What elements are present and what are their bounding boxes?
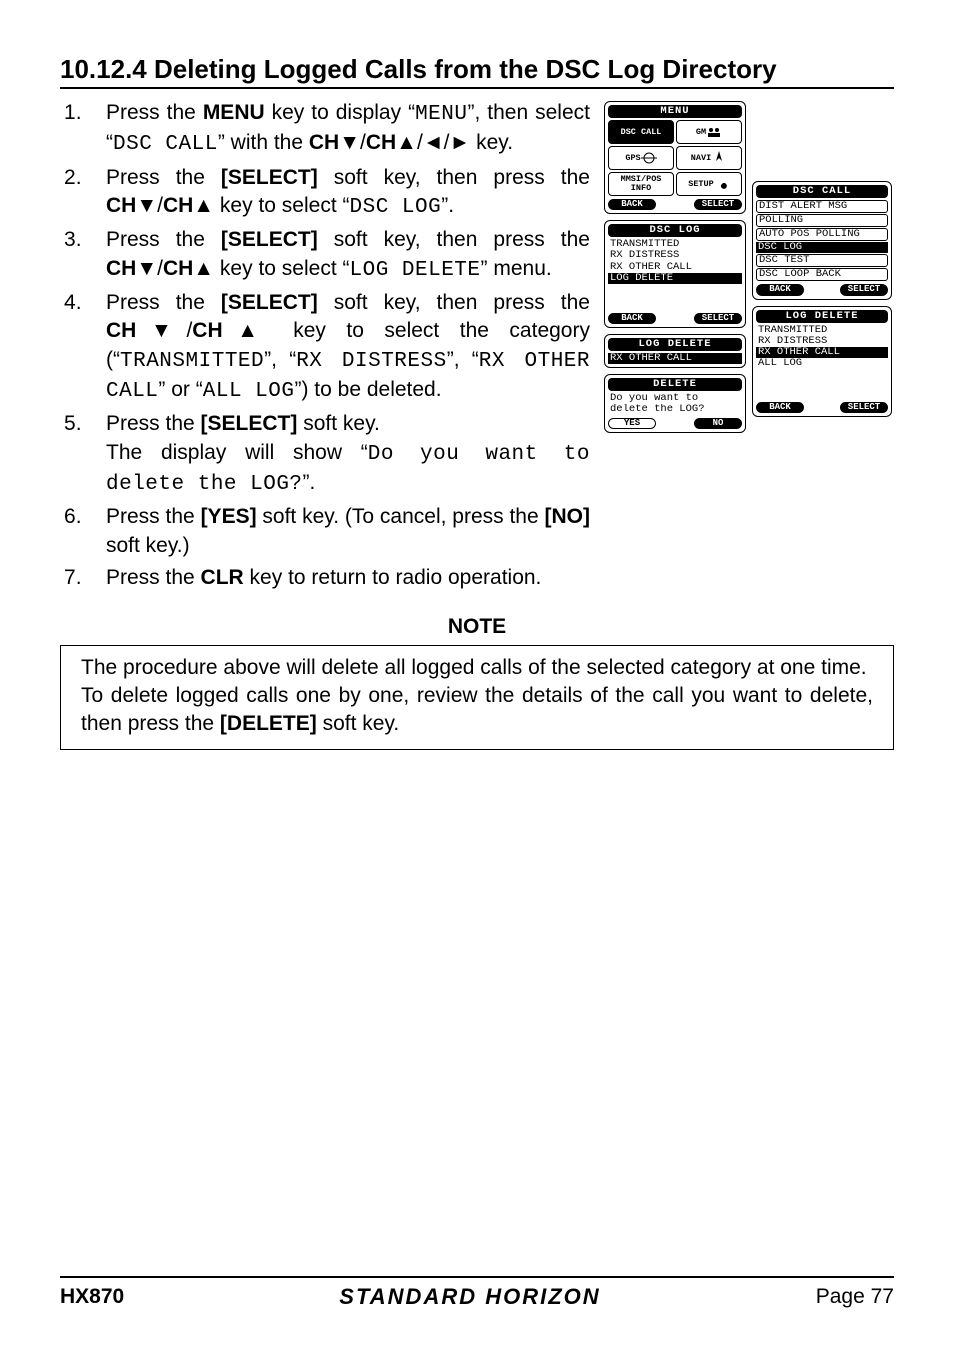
list-item: DIST ALERT MSG [756,200,888,213]
screen-dsc-log: DSC LOG TRANSMITTED RX DISTRESS RX OTHER… [604,220,746,328]
list-item-selected: RX OTHER CALL [608,353,742,364]
document-page: 10.12.4 Deleting Logged Calls from the D… [0,0,954,1354]
step-4: Press the [SELECT] soft key, then press … [60,289,590,406]
list-item: POLLING [756,214,888,227]
screen-menu: MENU DSC CALL GM GPS NAVI [604,101,746,214]
note-line-1: The procedure above will delete all logg… [81,654,873,682]
screen-log-delete-single: LOG DELETE RX OTHER CALL [604,334,746,368]
list-item: DSC TEST [756,254,888,267]
list-item: TRANSMITTED [756,325,888,336]
group-icon [706,124,722,140]
step-2: Press the [SELECT] soft key, then press … [60,164,590,223]
menu-item-mmsi: MMSI/POS INFO [608,172,674,196]
step-7: Press the CLR key to return to radio ope… [60,564,590,592]
list-item-selected: LOG DELETE [608,273,742,284]
section-heading: 10.12.4 Deleting Logged Calls from the D… [60,54,894,89]
content-row: Press the MENU key to display “MENU”, th… [60,99,894,597]
menu-item-dsc-call: DSC CALL [608,120,674,144]
confirm-text-1: Do you want to [608,393,742,404]
list-item-selected: RX OTHER CALL [756,347,888,358]
softkey-select: SELECT [694,199,742,210]
page-footer: HX870 STANDARD HORIZON Page 77 [60,1276,894,1310]
footer-model: HX870 [60,1285,124,1309]
list-item: RX DISTRESS [608,250,742,261]
step-6: Press the [YES] soft key. (To cancel, pr… [60,503,590,560]
screen-log-delete-list-title: LOG DELETE [756,310,888,323]
step-1: Press the MENU key to display “MENU”, th… [60,99,590,160]
list-item: AUTO POS POLLING [756,228,888,241]
screen-dsc-call: DSC CALL DIST ALERT MSG POLLING AUTO POS… [752,181,892,300]
note-line-2: To delete logged calls one by one, revie… [81,682,873,739]
menu-item-gm: GM [676,120,742,144]
instruction-steps: Press the MENU key to display “MENU”, th… [60,99,590,597]
screen-delete-confirm: DELETE Do you want to delete the LOG? YE… [604,374,746,433]
list-item: ALL LOG [756,358,888,369]
footer-brand: STANDARD HORIZON [339,1284,600,1310]
menu-item-gps: GPS [608,146,674,170]
softkey-select: SELECT [840,284,888,295]
footer-page-number: Page 77 [816,1285,894,1309]
list-item: RX DISTRESS [756,336,888,347]
softkey-back: BACK [608,313,656,324]
screen-dsc-call-title: DSC CALL [756,185,888,198]
step-3: Press the [SELECT] soft key, then press … [60,226,590,285]
screen-log-delete-list: LOG DELETE TRANSMITTED RX DISTRESS RX OT… [752,306,892,418]
list-item: RX OTHER CALL [608,262,742,273]
softkey-back: BACK [756,284,804,295]
softkey-yes: YES [608,418,656,429]
compass-icon [711,150,727,166]
softkey-no: NO [694,418,742,429]
screen-log-delete-single-title: LOG DELETE [608,338,742,351]
menu-item-navi: NAVI [676,146,742,170]
screen-delete-title: DELETE [608,378,742,391]
softkey-back: BACK [608,199,656,210]
screen-dsc-log-title: DSC LOG [608,224,742,237]
softkey-select: SELECT [694,313,742,324]
screen-menu-title: MENU [608,105,742,118]
lcd-illustrations: MENU DSC CALL GM GPS NAVI [604,101,894,433]
list-item-selected: DSC LOG [756,242,888,253]
confirm-text-2: delete the LOG? [608,404,742,415]
satellite-icon [641,150,657,166]
softkey-back: BACK [756,402,804,413]
note-heading: NOTE [60,615,894,639]
list-item: DSC LOOP BACK [756,268,888,281]
menu-item-setup: SETUP [676,172,742,196]
wrench-icon [714,176,730,192]
step-5: Press the [SELECT] soft key. The display… [60,410,590,499]
note-box: The procedure above will delete all logg… [60,645,894,750]
list-item: TRANSMITTED [608,239,742,250]
softkey-select: SELECT [840,402,888,413]
